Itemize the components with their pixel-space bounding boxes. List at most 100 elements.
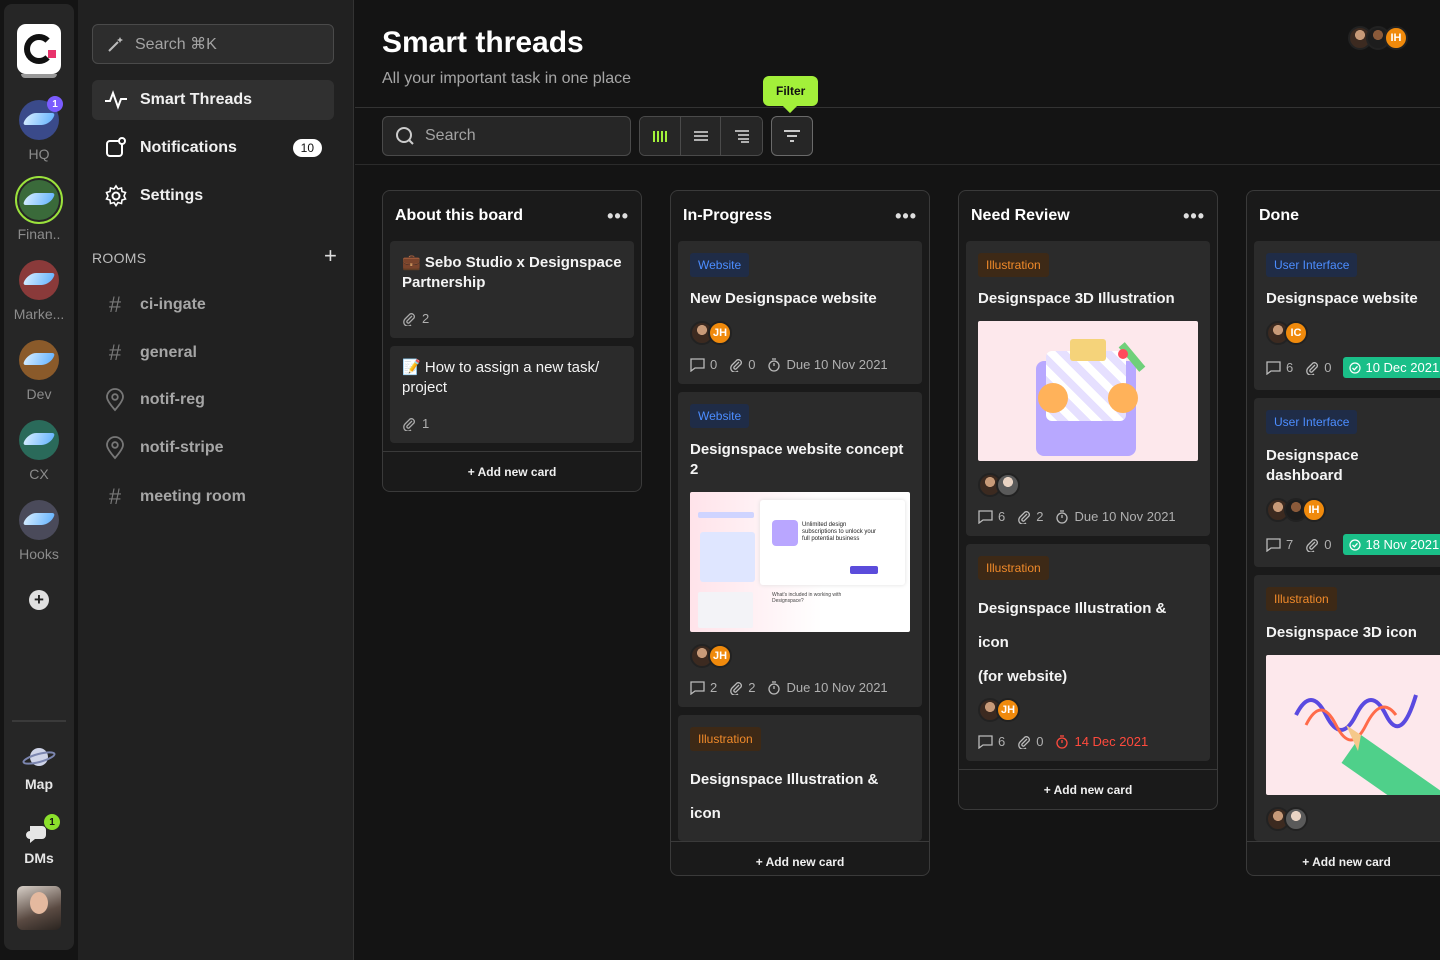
task-card[interactable]: Illustration Designspace Illustration & …: [966, 544, 1210, 761]
task-card[interactable]: 💼 Sebo Studio x Designspace Partnership …: [390, 241, 634, 338]
card-title: 💼 Sebo Studio x Designspace Partnership: [402, 254, 622, 291]
room-ci-ingate[interactable]: # ci-ingate: [104, 292, 206, 318]
room-notif-reg[interactable]: notif-reg: [104, 388, 205, 412]
rail-divider: [12, 720, 66, 722]
comment-icon: [1266, 537, 1281, 552]
attachments: 2: [1017, 509, 1043, 524]
card-cover-website-mockup: Unlimited design subscriptions to unlock…: [690, 492, 910, 632]
nav-label: Smart Threads: [140, 91, 253, 108]
column-title: About this board: [395, 207, 523, 224]
sidebar-search[interactable]: Search ⌘K: [92, 24, 334, 64]
space-hq-badge: 1: [47, 96, 63, 112]
nav-settings[interactable]: Settings: [92, 176, 334, 216]
space-dev-icon: [19, 340, 59, 380]
space-marketing[interactable]: Marke...: [4, 260, 74, 322]
space-cx[interactable]: CX: [4, 420, 74, 482]
filter-icon: [784, 130, 800, 142]
card-meta: 0 0 Due 10 Nov 2021: [690, 357, 910, 372]
space-hooks[interactable]: Hooks: [4, 500, 74, 562]
paperclip-icon: [403, 417, 415, 431]
task-card[interactable]: 📝 How to assign a new task/ project 1: [390, 346, 634, 443]
filter-button[interactable]: [771, 116, 813, 156]
card-title-line: (for website): [978, 668, 1068, 685]
attachments: 2: [729, 680, 755, 695]
avatar: [996, 473, 1020, 497]
space-hq-icon: 1: [19, 96, 63, 140]
column-header: Need Review •••: [959, 191, 1217, 241]
gear-icon: [105, 184, 127, 207]
board-column-in-progress: In-Progress ••• Website New Designspace …: [670, 190, 930, 876]
map-button[interactable]: Map: [4, 742, 74, 792]
member-avatars[interactable]: IH: [1348, 26, 1408, 50]
avatar-initials: JH: [708, 321, 732, 345]
avatar: [1284, 807, 1308, 831]
space-label: HQ: [28, 146, 50, 162]
task-card[interactable]: Website Designspace website concept 2 Un…: [678, 392, 922, 707]
room-label: general: [140, 344, 197, 361]
column-title: In-Progress: [683, 207, 772, 224]
dms-icon-wrap: 1: [24, 814, 60, 846]
list-view-button[interactable]: [680, 117, 722, 155]
task-card[interactable]: User Interface Designspace website IC 6 …: [1254, 241, 1440, 390]
nav-notifications[interactable]: Notifications 10: [92, 128, 334, 168]
add-card-button[interactable]: + Add new card: [383, 451, 641, 491]
due-date: Due 10 Nov 2021: [767, 680, 888, 695]
more-options-icon[interactable]: •••: [1183, 207, 1205, 225]
card-title-line: Designspace Illustration & icon: [978, 600, 1167, 651]
space-dev[interactable]: Dev: [4, 340, 74, 402]
comment-icon: [690, 357, 705, 372]
card-title: Designspace 3D Illustration: [978, 290, 1175, 307]
timer-icon: [1056, 509, 1069, 524]
more-options-icon[interactable]: •••: [895, 207, 917, 225]
column-header: Done: [1247, 191, 1440, 241]
comments: 6: [1266, 360, 1293, 375]
location-pin-icon: [106, 388, 124, 412]
more-options-icon[interactable]: •••: [607, 207, 629, 225]
add-card-button[interactable]: + Add new card: [959, 769, 1217, 809]
due-date-complete: 18 Nov 2021: [1343, 534, 1440, 555]
mockup-subhead: What's included in working with Designsp…: [772, 592, 842, 604]
user-avatar[interactable]: [17, 886, 61, 930]
space-hq[interactable]: 1 HQ: [4, 96, 74, 162]
dms-button[interactable]: 1 DMs: [4, 814, 74, 866]
add-card-button[interactable]: + Add new card: [1247, 841, 1440, 875]
comment-icon: [978, 509, 993, 524]
avatar-initials: IC: [1284, 321, 1308, 345]
card-title-line: (for website): [690, 831, 910, 841]
board-view-button[interactable]: [640, 117, 681, 155]
room-meeting-room[interactable]: # meeting room: [104, 484, 246, 510]
nav-smart-threads[interactable]: Smart Threads: [92, 80, 334, 120]
task-card[interactable]: Website New Designspace website JH 0 0 D…: [678, 241, 922, 384]
app-logo[interactable]: [17, 24, 61, 78]
column-header: In-Progress •••: [671, 191, 929, 241]
dms-label: DMs: [24, 850, 54, 866]
task-card[interactable]: Illustration Designspace 3D icon: [1254, 575, 1440, 841]
check-circle-icon: [1349, 361, 1362, 374]
comments: 0: [690, 357, 717, 372]
card-assignees: JH: [690, 321, 910, 345]
card-assignees: JH: [690, 644, 910, 668]
task-card[interactable]: Illustration Designspace 3D Illustration…: [966, 241, 1210, 536]
hash-icon: #: [108, 340, 122, 365]
check-circle-icon: [1349, 538, 1362, 551]
room-notif-stripe[interactable]: notif-stripe: [104, 436, 224, 460]
card-title: Designspace website: [1266, 290, 1418, 307]
paperclip-icon: [1018, 510, 1031, 524]
paperclip-icon: [1306, 538, 1319, 552]
add-space-button[interactable]: +: [29, 590, 49, 610]
room-label: notif-stripe: [140, 439, 224, 456]
add-room-button[interactable]: +: [324, 245, 337, 267]
space-finance[interactable]: Finan..: [4, 176, 74, 242]
nav-label: Settings: [140, 187, 204, 204]
room-label: notif-reg: [140, 391, 205, 408]
timeline-view-button[interactable]: [721, 117, 762, 155]
board-search-input[interactable]: Search: [382, 116, 631, 156]
room-general[interactable]: # general: [104, 340, 197, 366]
task-card[interactable]: Illustration Designspace Illustration & …: [678, 715, 922, 841]
space-finance-icon: [15, 176, 63, 224]
location-pin-icon: [106, 436, 124, 460]
comments: 6: [978, 734, 1005, 749]
activity-icon: [105, 90, 127, 110]
add-card-button[interactable]: + Add new card: [671, 841, 929, 875]
task-card[interactable]: User Interface Designspace dashboard IH …: [1254, 398, 1440, 567]
